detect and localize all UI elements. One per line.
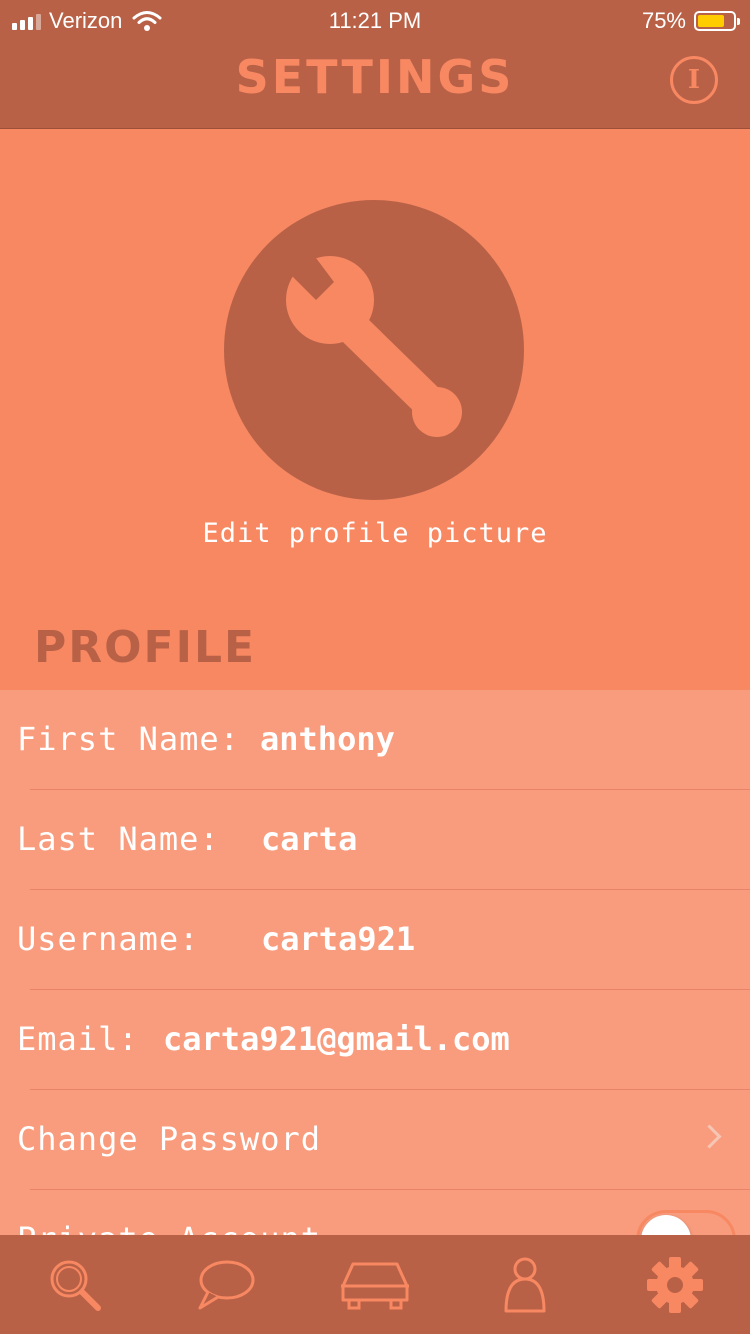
battery-percent: 75% xyxy=(641,8,686,33)
section-title-profile: PROFILE xyxy=(34,622,257,673)
tab-rides[interactable] xyxy=(300,1235,450,1334)
change-password-label: Change Password xyxy=(17,1120,321,1158)
private-account-label: Private Account xyxy=(17,1220,321,1235)
first-name-row[interactable]: First Name: anthony xyxy=(0,690,750,790)
last-name-label: Last Name: xyxy=(17,820,220,858)
email-label: Email: xyxy=(17,1020,139,1058)
page-title: SETTINGS xyxy=(235,50,515,104)
email-row[interactable]: Email: carta921@gmail.com xyxy=(0,990,750,1090)
email-value[interactable]: carta921@gmail.com xyxy=(163,1020,510,1058)
battery-fill xyxy=(698,15,724,27)
status-bar: Verizon 11:21 PM 75% xyxy=(0,0,750,40)
username-label: Username: xyxy=(17,920,200,958)
search-icon xyxy=(50,1260,101,1311)
last-name-row[interactable]: Last Name: carta xyxy=(0,790,750,890)
person-icon xyxy=(504,1257,546,1312)
nav-bar: SETTINGS I xyxy=(0,40,750,129)
car-icon xyxy=(341,1262,409,1309)
username-value[interactable]: carta921 xyxy=(261,920,415,958)
profile-list: First Name: anthony Last Name: carta Use… xyxy=(0,690,750,1235)
wrench-icon xyxy=(286,250,462,437)
profile-picture[interactable] xyxy=(224,200,524,500)
tab-messages[interactable] xyxy=(150,1235,300,1334)
tab-profile[interactable] xyxy=(450,1235,600,1334)
info-button[interactable]: I xyxy=(670,56,718,104)
gear-icon xyxy=(647,1256,703,1313)
toggle-knob xyxy=(641,1215,691,1235)
battery-icon xyxy=(694,11,740,31)
username-row[interactable]: Username: carta921 xyxy=(0,890,750,990)
status-time: 11:21 PM xyxy=(328,8,422,33)
chat-bubble-icon xyxy=(198,1260,255,1309)
first-name-value[interactable]: anthony xyxy=(260,720,395,758)
edit-profile-picture-link[interactable]: Edit profile picture xyxy=(0,518,750,549)
tab-bar xyxy=(0,1235,750,1334)
private-account-row: Private Account xyxy=(0,1190,750,1235)
last-name-value[interactable]: carta xyxy=(261,820,357,858)
status-right: 75% xyxy=(641,8,740,34)
change-password-row[interactable]: Change Password xyxy=(0,1090,750,1190)
chevron-right-icon xyxy=(697,1124,722,1149)
tab-settings[interactable] xyxy=(600,1235,750,1334)
private-account-toggle[interactable] xyxy=(636,1210,736,1235)
first-name-label: First Name: xyxy=(17,720,240,758)
tab-search[interactable] xyxy=(0,1235,150,1334)
